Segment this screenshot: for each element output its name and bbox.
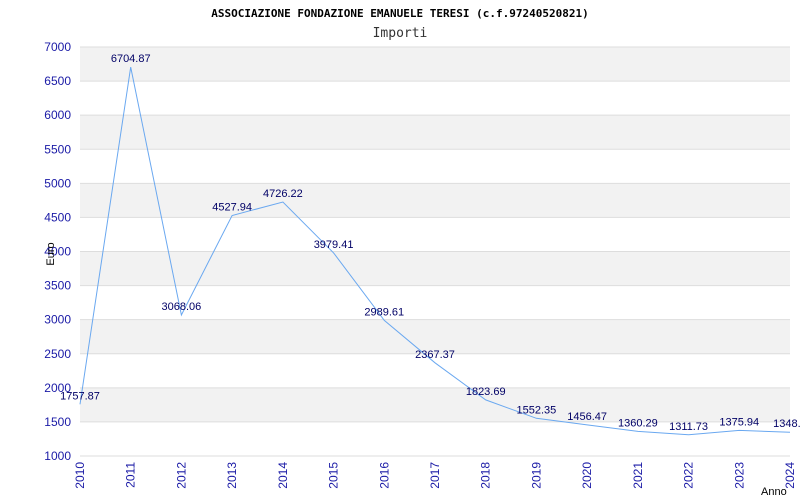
data-label: 1375.94 bbox=[719, 416, 759, 428]
x-tick-label: 2021 bbox=[631, 462, 645, 489]
x-tick-label: 2017 bbox=[428, 462, 442, 489]
data-label: 1311.73 bbox=[669, 421, 708, 433]
grid-band bbox=[80, 183, 790, 218]
data-label: 1456.47 bbox=[567, 411, 607, 423]
x-tick-label: 2018 bbox=[479, 462, 493, 489]
data-label: 3979.41 bbox=[314, 239, 354, 251]
x-tick-label: 2013 bbox=[225, 462, 239, 489]
x-tick-label: 2023 bbox=[732, 462, 746, 489]
x-axis-ticks: 2010 2011 2012 2013 2014 2015 2016 2017 2018 2019… bbox=[73, 462, 797, 489]
x-tick-label: 2016 bbox=[377, 462, 391, 489]
y-tick-label: 1000 bbox=[44, 449, 71, 463]
y-tick-label: 2500 bbox=[44, 347, 71, 361]
x-axis-label: Anno bbox=[761, 486, 787, 498]
y-tick-label: 6000 bbox=[44, 108, 71, 122]
grid-band bbox=[80, 251, 790, 286]
y-tick-label: 3500 bbox=[44, 279, 71, 293]
data-label: 4726.22 bbox=[263, 188, 303, 200]
y-tick-label: 5000 bbox=[44, 176, 71, 190]
data-label: 1552.35 bbox=[517, 404, 557, 416]
x-tick-label: 2014 bbox=[276, 462, 290, 489]
data-label: 1348.6 bbox=[773, 418, 800, 430]
data-label: 1823.69 bbox=[466, 386, 506, 398]
x-tick-label: 2015 bbox=[327, 462, 341, 489]
data-label: 6704.87 bbox=[111, 53, 151, 65]
data-label: 3068.06 bbox=[162, 301, 202, 313]
data-labels: 1757.87 6704.87 3068.06 4527.94 4726.22 3979.… bbox=[60, 53, 800, 433]
x-tick-label: 2011 bbox=[124, 462, 138, 488]
chart-title: ASSOCIAZIONE FONDAZIONE EMANUELE TERESI … bbox=[211, 7, 589, 20]
x-tick-label: 2020 bbox=[580, 462, 594, 489]
data-label: 2367.37 bbox=[415, 349, 455, 361]
grid-band bbox=[80, 47, 790, 82]
y-tick-label: 7000 bbox=[44, 40, 71, 54]
grid-band bbox=[80, 387, 790, 422]
line-chart: ASSOCIAZIONE FONDAZIONE EMANUELE TERESI … bbox=[44, 7, 800, 498]
data-label: 4527.94 bbox=[212, 202, 252, 214]
data-label: 2989.61 bbox=[364, 306, 404, 318]
y-tick-label: 4500 bbox=[44, 210, 71, 224]
data-label: 1360.29 bbox=[618, 417, 658, 429]
y-tick-label: 1500 bbox=[44, 415, 71, 429]
x-tick-label: 2019 bbox=[529, 462, 543, 489]
grid-bands bbox=[80, 47, 790, 422]
y-tick-label: 6500 bbox=[44, 74, 71, 88]
y-axis-label: Euro bbox=[45, 242, 57, 265]
y-tick-label: 3000 bbox=[44, 313, 71, 327]
y-tick-label: 5500 bbox=[44, 142, 71, 156]
chart-subtitle: Importi bbox=[373, 26, 428, 41]
x-tick-label: 2012 bbox=[174, 462, 188, 489]
data-label: 1757.87 bbox=[60, 390, 100, 402]
grid-band bbox=[80, 115, 790, 150]
x-tick-label: 2022 bbox=[682, 462, 696, 489]
x-tick-label: 2024 bbox=[783, 462, 797, 489]
x-tick-label: 2010 bbox=[73, 462, 87, 489]
